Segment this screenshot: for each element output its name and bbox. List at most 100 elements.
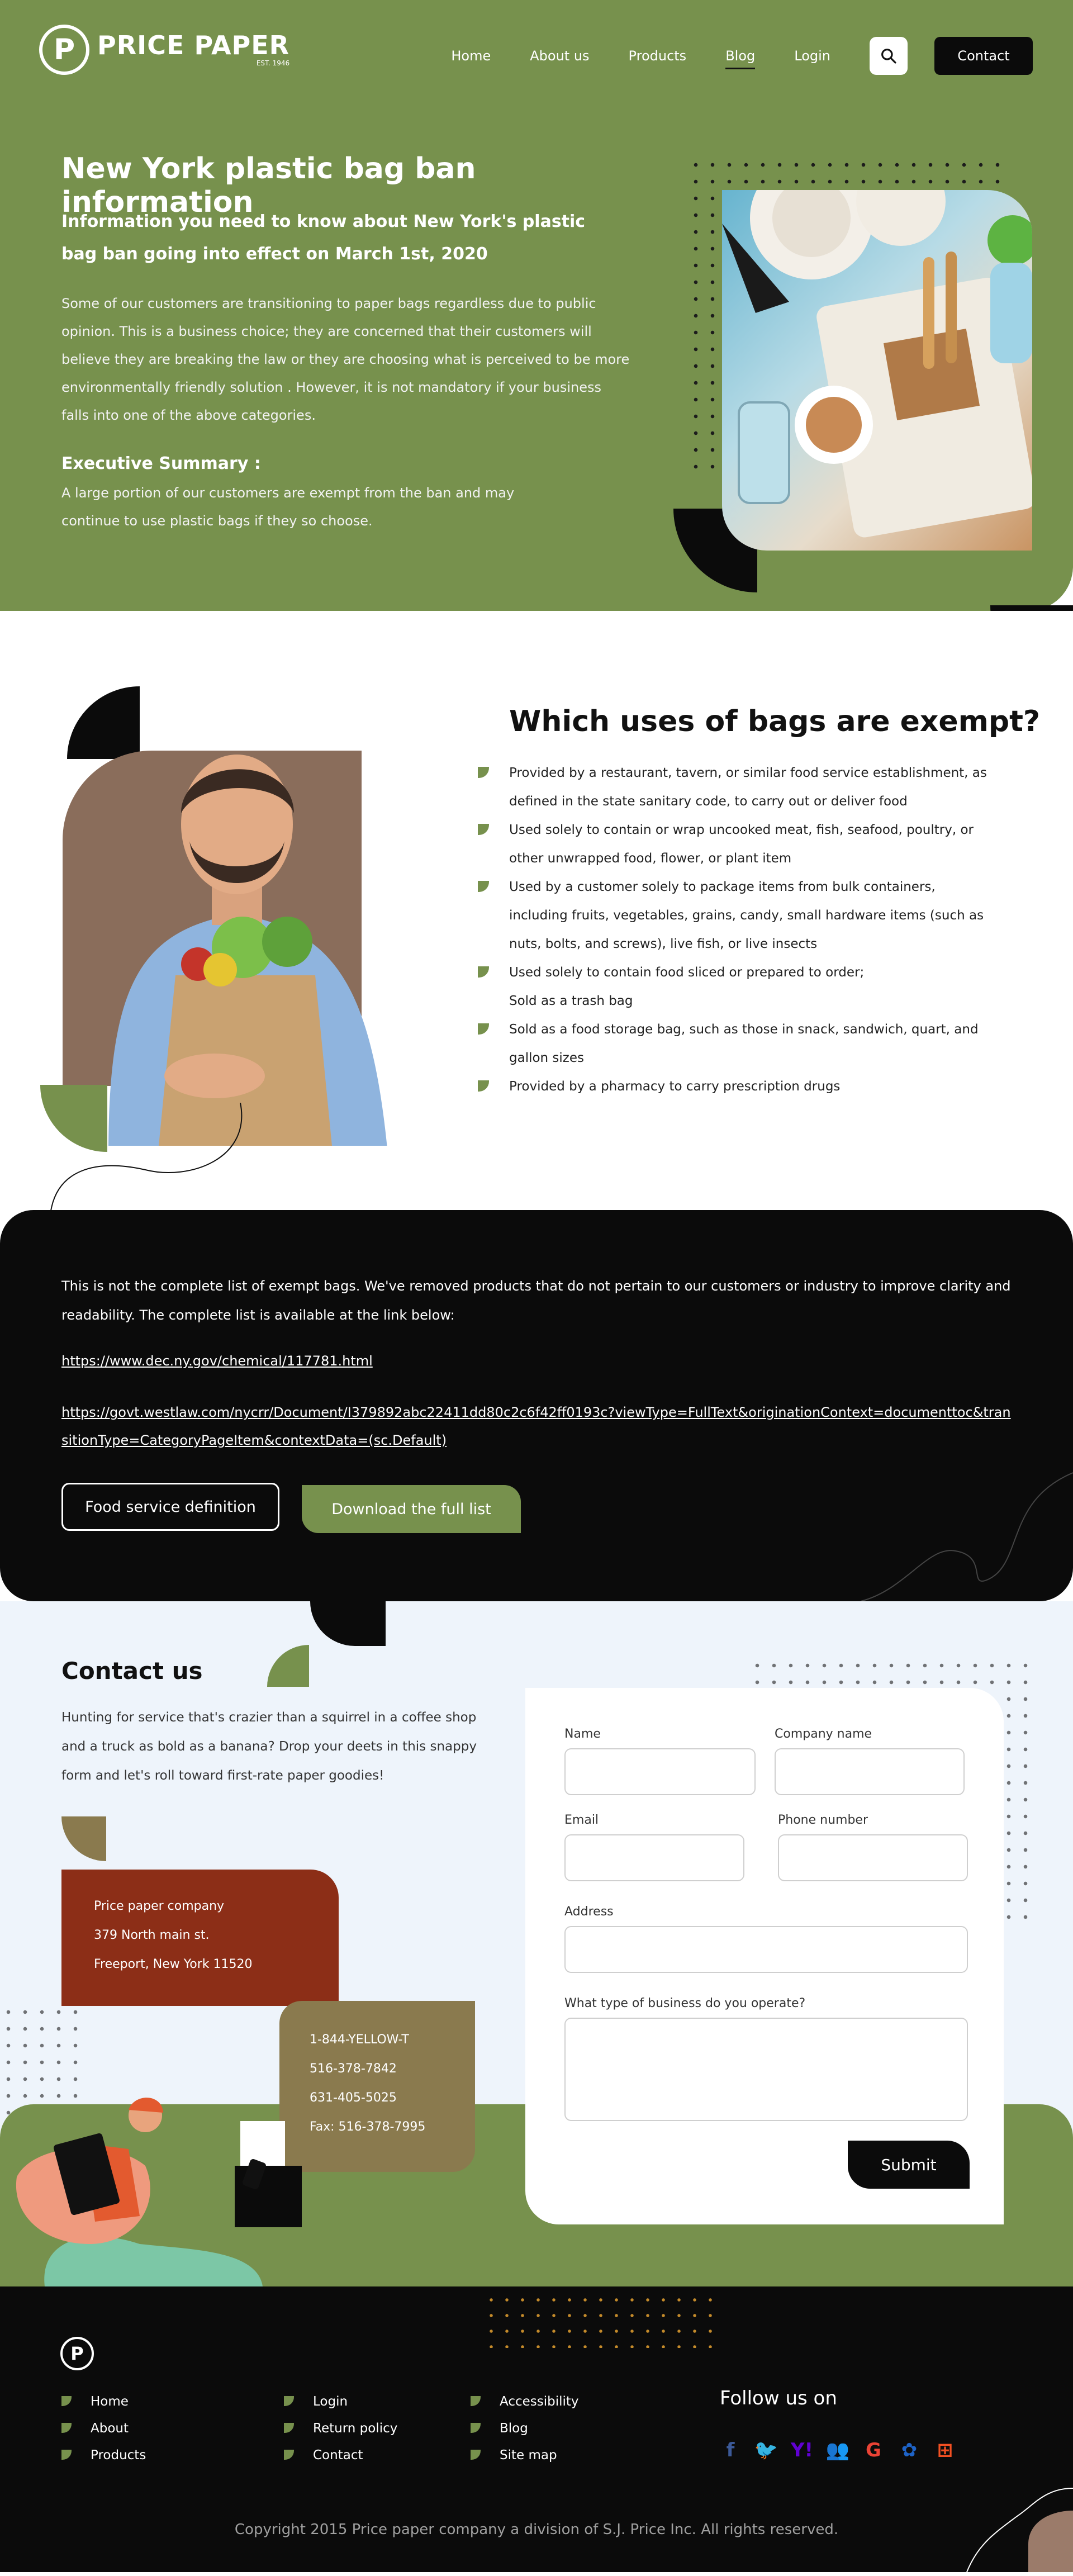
list-item: Provided by a pharmacy to carry prescrip… bbox=[478, 1073, 992, 1101]
download-full-list-button[interactable]: Download the full list bbox=[302, 1485, 521, 1533]
bullet-leaf-icon bbox=[478, 881, 489, 892]
list-item: Sold as a trash bag bbox=[509, 994, 633, 1008]
contact-button[interactable]: Contact bbox=[934, 37, 1033, 75]
decorative-squiggle bbox=[50, 1103, 243, 1215]
nav-login[interactable]: Login bbox=[794, 48, 830, 64]
company-field[interactable] bbox=[775, 1748, 965, 1795]
decorative-olive-leaf bbox=[61, 1816, 106, 1861]
address-label: Address bbox=[564, 1905, 614, 1919]
footer-link-site-map[interactable]: Site map bbox=[471, 2442, 579, 2469]
bullet-leaf-icon bbox=[478, 1023, 489, 1035]
street-address: 379 North main st. bbox=[94, 1928, 210, 1942]
logo-mark: P bbox=[39, 25, 89, 75]
footer-link-contact[interactable]: Contact bbox=[284, 2442, 397, 2469]
footer-logo[interactable]: P bbox=[60, 2337, 94, 2370]
hero-body: Some of our customers are transitioning … bbox=[61, 296, 630, 423]
copyright-text: Copyright 2015 Price paper company a div… bbox=[234, 2521, 839, 2538]
footer-link-accessibility[interactable]: Accessibility bbox=[471, 2388, 579, 2415]
decorative-squiggle bbox=[861, 1472, 1073, 1601]
name-label: Name bbox=[564, 1727, 601, 1741]
bullet-leaf-icon bbox=[61, 2423, 72, 2433]
exempt-note: This is not the complete list of exempt … bbox=[61, 1278, 1011, 1323]
westlaw-link[interactable]: https://govt.westlaw.com/nycrr/Document/… bbox=[61, 1398, 1012, 1454]
decorative-dots bbox=[483, 2292, 718, 2348]
business-type-label: What type of business do you operate? bbox=[564, 1996, 806, 2010]
main-nav: Home About us Products Blog Login Contac… bbox=[451, 37, 1033, 75]
decorative-green-leaf bbox=[267, 1645, 309, 1687]
nav-products[interactable]: Products bbox=[629, 48, 687, 64]
nav-about[interactable]: About us bbox=[530, 48, 589, 64]
contact-body: Hunting for service that's crazier than … bbox=[61, 1710, 477, 1783]
footer-link-home[interactable]: Home bbox=[61, 2388, 146, 2415]
dec-link[interactable]: https://www.dec.ny.gov/chemical/117781.h… bbox=[61, 1347, 1012, 1375]
social-links: f 🐦 Y! 👥 G ✿ ⊞ bbox=[719, 2439, 957, 2462]
phone-main[interactable]: 516-378-7842 bbox=[310, 2055, 475, 2084]
email-label: Email bbox=[564, 1813, 599, 1827]
contact-section: Contact us Hunting for service that's cr… bbox=[0, 1601, 1073, 2286]
contact-form: Name Company name Email Phone number Add… bbox=[525, 1688, 1004, 2224]
twitter-icon[interactable]: 🐦 bbox=[754, 2439, 778, 2462]
submit-button[interactable]: Submit bbox=[848, 2141, 970, 2189]
myspace-icon[interactable]: 👥 bbox=[826, 2439, 849, 2462]
man-holding-groceries-image bbox=[75, 729, 405, 1146]
footer-links-col3: Accessibility Blog Site map bbox=[471, 2388, 579, 2469]
person-illustration bbox=[0, 2082, 313, 2286]
exempt-title: Which uses of bags are exempt? bbox=[509, 705, 1041, 738]
footer-link-products[interactable]: Products bbox=[61, 2442, 146, 2469]
brand-logo[interactable]: P PRICE PAPER EST. 1946 bbox=[39, 25, 289, 75]
windows-icon[interactable]: ⊞ bbox=[933, 2439, 957, 2462]
list-item: Used solely to contain or wrap uncooked … bbox=[478, 816, 992, 873]
bullet-leaf-icon bbox=[478, 1080, 489, 1092]
bullet-leaf-icon bbox=[471, 2423, 481, 2433]
phone-alt[interactable]: 631-405-5025 bbox=[310, 2084, 475, 2113]
footer-link-about[interactable]: About bbox=[61, 2415, 146, 2442]
google-icon[interactable]: G bbox=[862, 2439, 885, 2462]
logo-sub: EST. 1946 bbox=[256, 59, 290, 67]
company-label: Company name bbox=[775, 1727, 872, 1741]
hero-image-bags bbox=[722, 190, 1032, 551]
bullet-leaf-icon bbox=[284, 2423, 294, 2433]
food-service-definition-button[interactable]: Food service definition bbox=[61, 1483, 279, 1531]
phone-label: Phone number bbox=[778, 1813, 868, 1827]
bullet-leaf-icon bbox=[478, 966, 489, 978]
msn-icon[interactable]: ✿ bbox=[898, 2439, 921, 2462]
decorative-corner bbox=[966, 2488, 1073, 2572]
exempt-list: Provided by a restaurant, tavern, or sim… bbox=[478, 759, 992, 1101]
list-item: Used solely to contain food sliced or pr… bbox=[478, 959, 992, 987]
address-field[interactable] bbox=[564, 1926, 968, 1973]
list-item: Used by a customer solely to package ite… bbox=[478, 873, 992, 959]
yahoo-icon[interactable]: Y! bbox=[790, 2439, 814, 2462]
bullet-leaf-icon bbox=[61, 2396, 72, 2406]
city-state: Freeport, New York 11520 bbox=[94, 1957, 253, 1971]
footer-link-return-policy[interactable]: Return policy bbox=[284, 2415, 397, 2442]
bullet-leaf-icon bbox=[471, 2450, 481, 2460]
exempt-section: Which uses of bags are exempt? Provided … bbox=[0, 611, 1073, 1215]
search-icon bbox=[881, 49, 896, 64]
business-type-field[interactable] bbox=[564, 2018, 968, 2121]
footer-links-col1: Home About Products bbox=[61, 2388, 146, 2469]
phone-field[interactable] bbox=[778, 1834, 968, 1881]
hero-subtitle: Information you need to know about New Y… bbox=[61, 212, 586, 264]
exec-summary-body: A large portion of our customers are exe… bbox=[61, 485, 515, 529]
footer: P Home About Products Login Return polic… bbox=[0, 2286, 1073, 2572]
bullet-leaf-icon bbox=[284, 2396, 294, 2406]
decorative-quarter-circle bbox=[310, 1601, 386, 1646]
follow-us-title: Follow us on bbox=[720, 2387, 837, 2409]
bullet-leaf-icon bbox=[478, 767, 489, 778]
search-button[interactable] bbox=[870, 37, 908, 75]
bullet-leaf-icon bbox=[61, 2450, 72, 2460]
footer-link-blog[interactable]: Blog bbox=[471, 2415, 579, 2442]
exec-summary-title: Executive Summary : bbox=[61, 454, 261, 473]
logo-text: PRICE PAPER bbox=[97, 30, 290, 60]
bullet-leaf-icon bbox=[478, 824, 489, 835]
facebook-icon[interactable]: f bbox=[719, 2439, 742, 2462]
nav-blog[interactable]: Blog bbox=[725, 48, 756, 69]
phone-tollfree[interactable]: 1-844-YELLOW-T bbox=[310, 2025, 475, 2055]
email-field[interactable] bbox=[564, 1834, 744, 1881]
list-item: Provided by a restaurant, tavern, or sim… bbox=[478, 759, 992, 816]
name-field[interactable] bbox=[564, 1748, 756, 1795]
footer-link-login[interactable]: Login bbox=[284, 2388, 397, 2415]
nav-home[interactable]: Home bbox=[451, 48, 491, 64]
fax-number: Fax: 516-378-7995 bbox=[310, 2120, 426, 2134]
bullet-leaf-icon bbox=[471, 2396, 481, 2406]
